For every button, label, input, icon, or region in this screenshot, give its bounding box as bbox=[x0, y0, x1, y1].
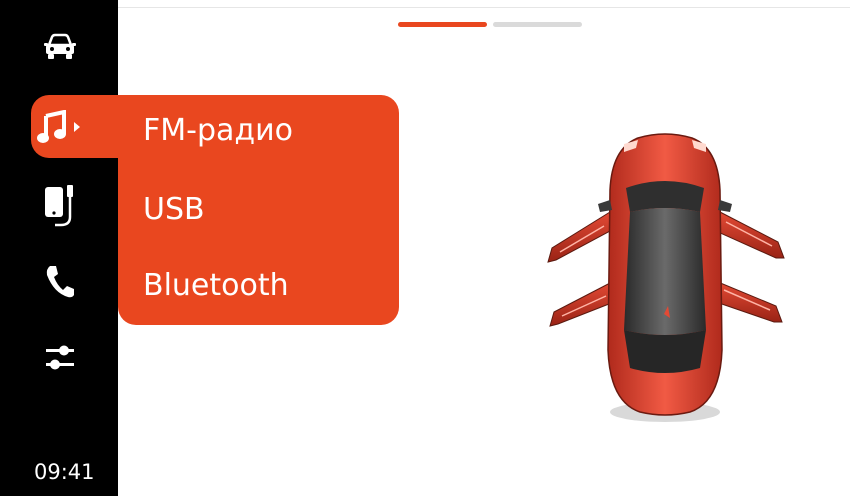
door-front-right bbox=[717, 211, 785, 259]
menu-item-fm-radio[interactable]: FM-радио bbox=[143, 113, 293, 148]
pager-dot[interactable] bbox=[493, 22, 582, 27]
sidebar bbox=[0, 0, 118, 496]
clock: 09:41 bbox=[34, 460, 95, 484]
sidebar-item-media[interactable] bbox=[30, 102, 90, 152]
sidebar-item-settings[interactable] bbox=[30, 332, 90, 382]
menu-item-bluetooth[interactable]: Bluetooth bbox=[143, 268, 289, 303]
menu-item-usb[interactable]: USB bbox=[143, 192, 205, 227]
phone-call-icon bbox=[46, 266, 74, 298]
door-front-left bbox=[547, 211, 613, 263]
music-note-icon bbox=[37, 110, 80, 143]
door-rear-left bbox=[549, 281, 615, 327]
pager-dot-active[interactable] bbox=[398, 22, 487, 27]
car-icon bbox=[44, 33, 76, 59]
car-illustration bbox=[547, 133, 785, 422]
sidebar-item-usb[interactable] bbox=[30, 180, 90, 230]
sidebar-item-phone[interactable] bbox=[30, 256, 90, 306]
door-rear-right bbox=[715, 281, 783, 323]
phone-usb-icon bbox=[45, 185, 73, 227]
sliders-icon bbox=[46, 345, 74, 370]
top-edge bbox=[0, 0, 850, 8]
sidebar-item-vehicle[interactable] bbox=[30, 22, 90, 72]
